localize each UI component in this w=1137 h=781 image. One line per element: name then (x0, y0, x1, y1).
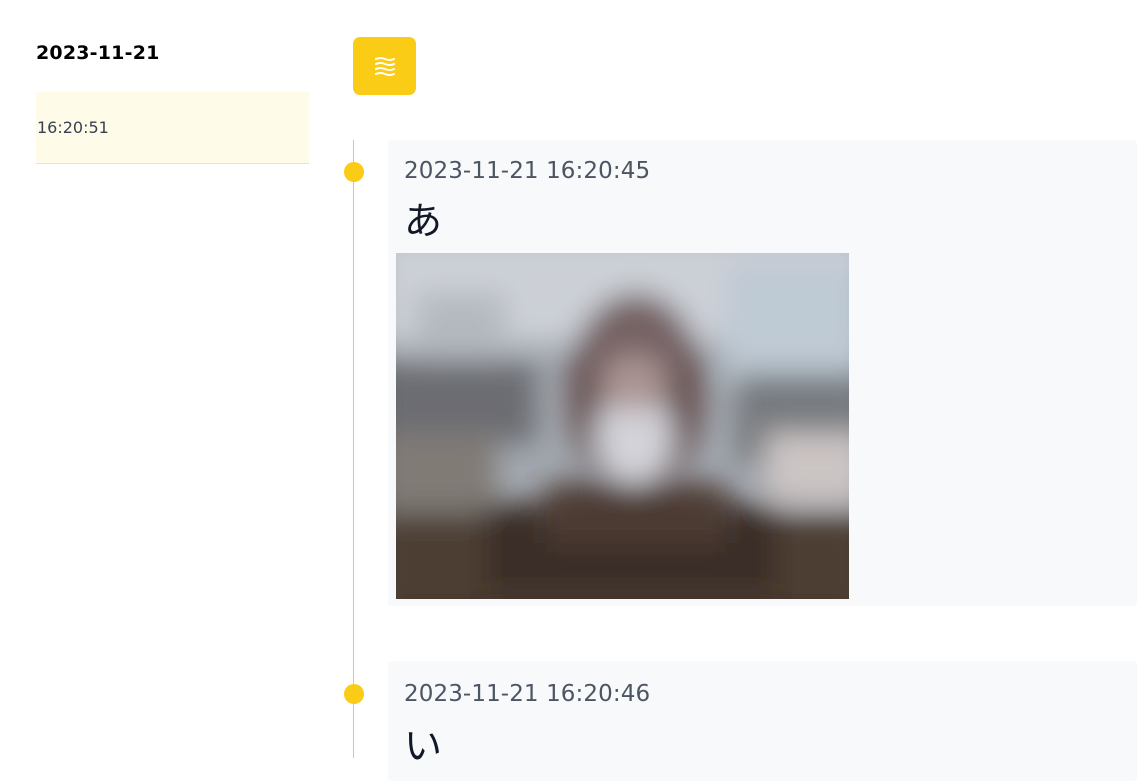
timeline-dot (344, 162, 364, 182)
entry-text: あ (404, 199, 443, 243)
timeline-entry-card[interactable]: 2023-11-21 16:20:46 い (388, 661, 1137, 781)
sidebar-item-label: 16:20:51 (37, 118, 109, 137)
sidebar-date-heading: 2023-11-21 (36, 42, 160, 64)
timeline-line (353, 140, 354, 758)
entry-text: い (404, 724, 443, 768)
blurred-photo-image (396, 253, 849, 599)
entry-timestamp: 2023-11-21 16:20:46 (404, 681, 651, 707)
entry-photo[interactable] (396, 253, 849, 599)
entry-timestamp: 2023-11-21 16:20:45 (404, 158, 651, 184)
timeline-entry-card[interactable]: 2023-11-21 16:20:45 あ (388, 140, 1137, 606)
menu-lines-icon (374, 57, 395, 76)
timeline-dot (344, 684, 364, 704)
sidebar-item-time[interactable]: 16:20:51 (36, 92, 309, 164)
menu-button[interactable] (353, 37, 416, 95)
